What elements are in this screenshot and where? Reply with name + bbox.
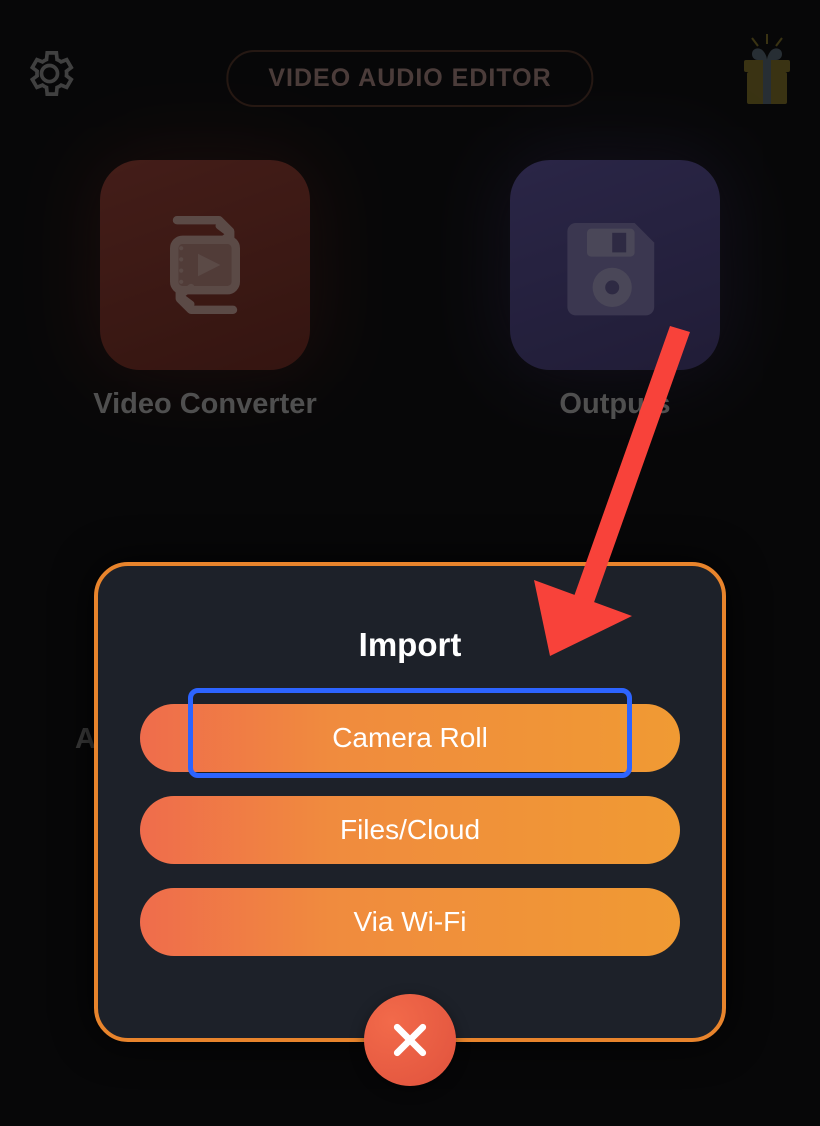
close-icon (388, 1018, 432, 1062)
import-modal: Import Camera Roll Files/Cloud Via Wi-Fi (94, 562, 726, 1042)
import-files-cloud-button[interactable]: Files/Cloud (140, 796, 680, 864)
import-files-cloud-label: Files/Cloud (340, 814, 480, 846)
import-close-button[interactable] (364, 994, 456, 1086)
import-camera-roll-label: Camera Roll (332, 722, 488, 754)
import-options: Camera Roll Files/Cloud Via Wi-Fi (98, 704, 722, 956)
import-modal-title: Import (98, 626, 722, 664)
import-via-wifi-button[interactable]: Via Wi-Fi (140, 888, 680, 956)
import-camera-roll-button[interactable]: Camera Roll (140, 704, 680, 772)
app-screen: VIDEO AUDIO EDITOR (0, 0, 820, 1126)
import-via-wifi-label: Via Wi-Fi (353, 906, 466, 938)
